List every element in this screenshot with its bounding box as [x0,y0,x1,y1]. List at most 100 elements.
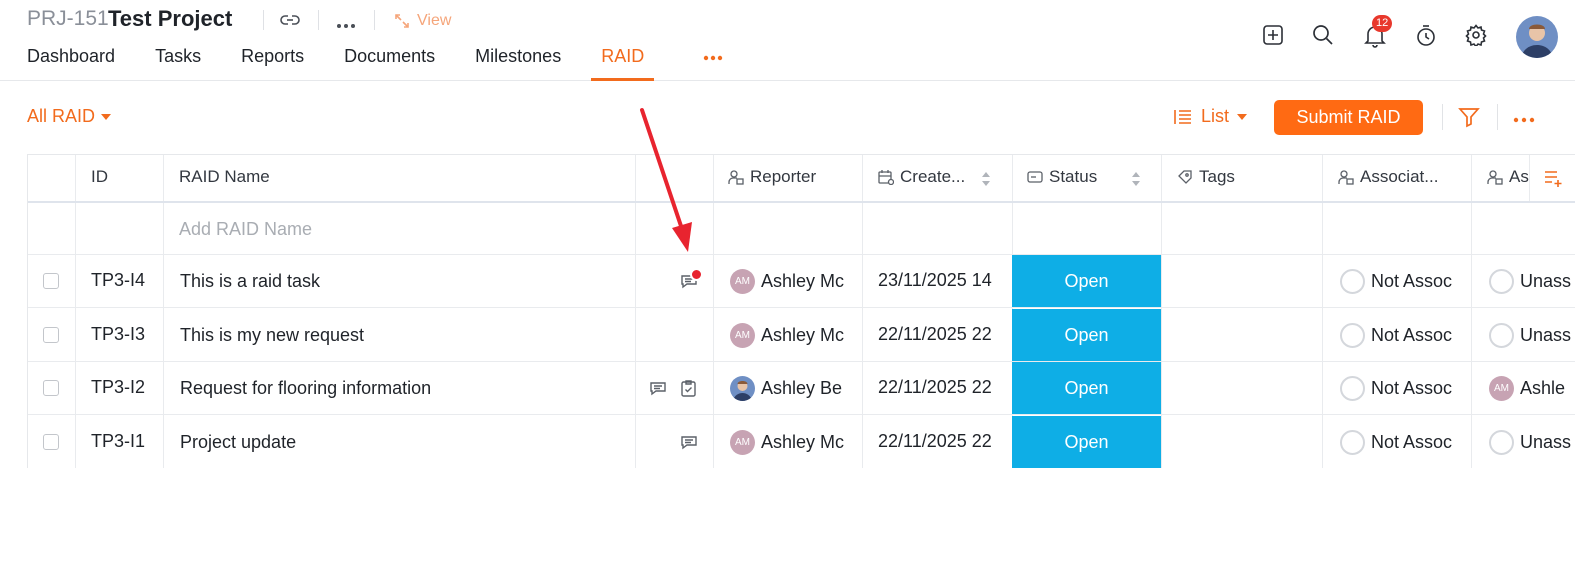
search-icon[interactable] [1312,24,1334,51]
more-tabs-icon[interactable] [703,48,723,66]
divider [1497,104,1498,130]
row-checkbox[interactable] [43,434,59,450]
user-avatar[interactable] [1516,16,1558,58]
comment-icon[interactable] [680,434,698,455]
column-header-tags[interactable]: Tags [1177,167,1235,187]
divider [318,10,319,30]
view-label: View [417,12,452,29]
expand-icon [395,14,409,28]
reporter-name[interactable]: Ashley Mc [761,432,856,453]
row-divider [28,414,1575,415]
tab-milestones[interactable]: Milestones [475,44,561,80]
link-icon[interactable] [280,11,300,34]
raid-name[interactable]: Project update [180,432,296,453]
raid-name[interactable]: This is a raid task [180,271,320,292]
raid-id[interactable]: TP3-I4 [91,270,145,291]
column-header-assignee[interactable]: As [1487,167,1529,187]
column-header-created-label: Create... [900,167,966,186]
raid-id[interactable]: TP3-I3 [91,324,145,345]
created-date: 22/11/2025 22 [878,431,992,451]
unread-dot-icon [690,268,703,281]
column-header-assignee-label: As [1509,167,1529,186]
reporter-name[interactable]: Ashley Mc [761,325,856,346]
status-field-icon [1027,171,1043,183]
divider [1442,104,1443,130]
header-divider [28,201,1575,203]
raid-name[interactable]: This is my new request [180,325,364,346]
assignee-value[interactable]: Ashle [1520,378,1575,399]
created-date: 22/11/2025 22 [878,377,992,397]
tab-raid[interactable]: RAID [591,44,655,81]
associated-value[interactable]: Not Assoc [1371,432,1457,453]
column-header-created[interactable]: Create... [878,167,965,187]
timer-icon[interactable] [1415,24,1437,53]
raid-name[interactable]: Request for flooring information [180,378,431,399]
column-header-associated[interactable]: Associat... [1338,167,1438,187]
filter-icon[interactable] [1458,106,1480,133]
column-header-status[interactable]: Status [1027,167,1097,187]
row-divider [28,254,1575,255]
avatar: AM [730,430,755,455]
status-badge[interactable]: Open [1012,362,1161,414]
tab-documents[interactable]: Documents [344,44,435,80]
created-date: 23/11/2025 14 [878,270,992,290]
raid-id[interactable]: TP3-I1 [91,431,145,452]
associated-value[interactable]: Not Assoc [1371,378,1457,399]
reporter-name[interactable]: Ashley Be [761,378,856,399]
row-checkbox[interactable] [43,273,59,289]
assignee-value[interactable]: Unass [1520,432,1575,453]
raid-table: ID RAID Name Reporter Create... Status T… [27,154,1575,468]
raid-id[interactable]: TP3-I2 [91,377,145,398]
raid-view-dropdown[interactable]: All RAID [27,106,112,127]
layout-dropdown[interactable]: List [1173,106,1248,127]
list-view-icon [1174,109,1191,124]
assignee-value[interactable]: Unass [1520,325,1575,346]
empty-avatar-icon [1489,323,1514,348]
tab-tasks[interactable]: Tasks [155,44,201,80]
column-header-reporter[interactable]: Reporter [728,167,816,187]
app-header: PRJ-151 Test Project View Dashboard Task… [0,0,1575,81]
empty-avatar-icon [1340,376,1365,401]
raid-view-label: All RAID [27,106,96,126]
avatar [730,376,755,401]
add-raid-name-input[interactable]: Add RAID Name [179,219,312,240]
calendar-icon [878,170,894,185]
project-id: PRJ-151 [27,7,109,30]
more-options-icon[interactable] [336,16,356,34]
view-button[interactable]: View [393,10,451,32]
associated-value[interactable]: Not Assoc [1371,271,1457,292]
column-header-status-label: Status [1049,167,1098,186]
column-header-id[interactable]: ID [91,167,108,187]
status-badge[interactable]: Open [1012,416,1161,468]
more-options-icon[interactable] [1513,110,1535,128]
project-name[interactable]: Test Project [108,6,232,32]
empty-avatar-icon [1340,269,1365,294]
reporter-name[interactable]: Ashley Mc [761,271,856,292]
tab-reports[interactable]: Reports [241,44,304,80]
sort-icon[interactable] [981,171,991,192]
comment-icon[interactable] [649,380,667,401]
add-column-icon[interactable] [1529,155,1575,201]
sort-icon[interactable] [1131,171,1141,192]
row-checkbox[interactable] [43,380,59,396]
clipboard-check-icon[interactable] [680,379,697,402]
caret-down-icon [101,113,112,120]
status-badge[interactable]: Open [1012,309,1161,361]
row-checkbox[interactable] [43,327,59,343]
tab-dashboard[interactable]: Dashboard [27,44,115,80]
add-icon[interactable] [1262,24,1284,51]
empty-avatar-icon [1340,430,1365,455]
created-date: 22/11/2025 22 [878,324,992,344]
caret-down-icon [1237,113,1248,120]
assignee-value[interactable]: Unass [1520,271,1575,292]
settings-gear-icon[interactable] [1465,24,1487,51]
user-field-icon [1487,170,1503,185]
submit-raid-button[interactable]: Submit RAID [1274,100,1423,135]
user-field-icon [728,170,744,185]
associated-value[interactable]: Not Assoc [1371,325,1457,346]
row-divider [28,307,1575,308]
column-header-associated-label: Associat... [1360,167,1439,186]
avatar: AM [1489,376,1514,401]
status-badge[interactable]: Open [1012,255,1161,307]
column-header-raid-name[interactable]: RAID Name [179,167,270,187]
